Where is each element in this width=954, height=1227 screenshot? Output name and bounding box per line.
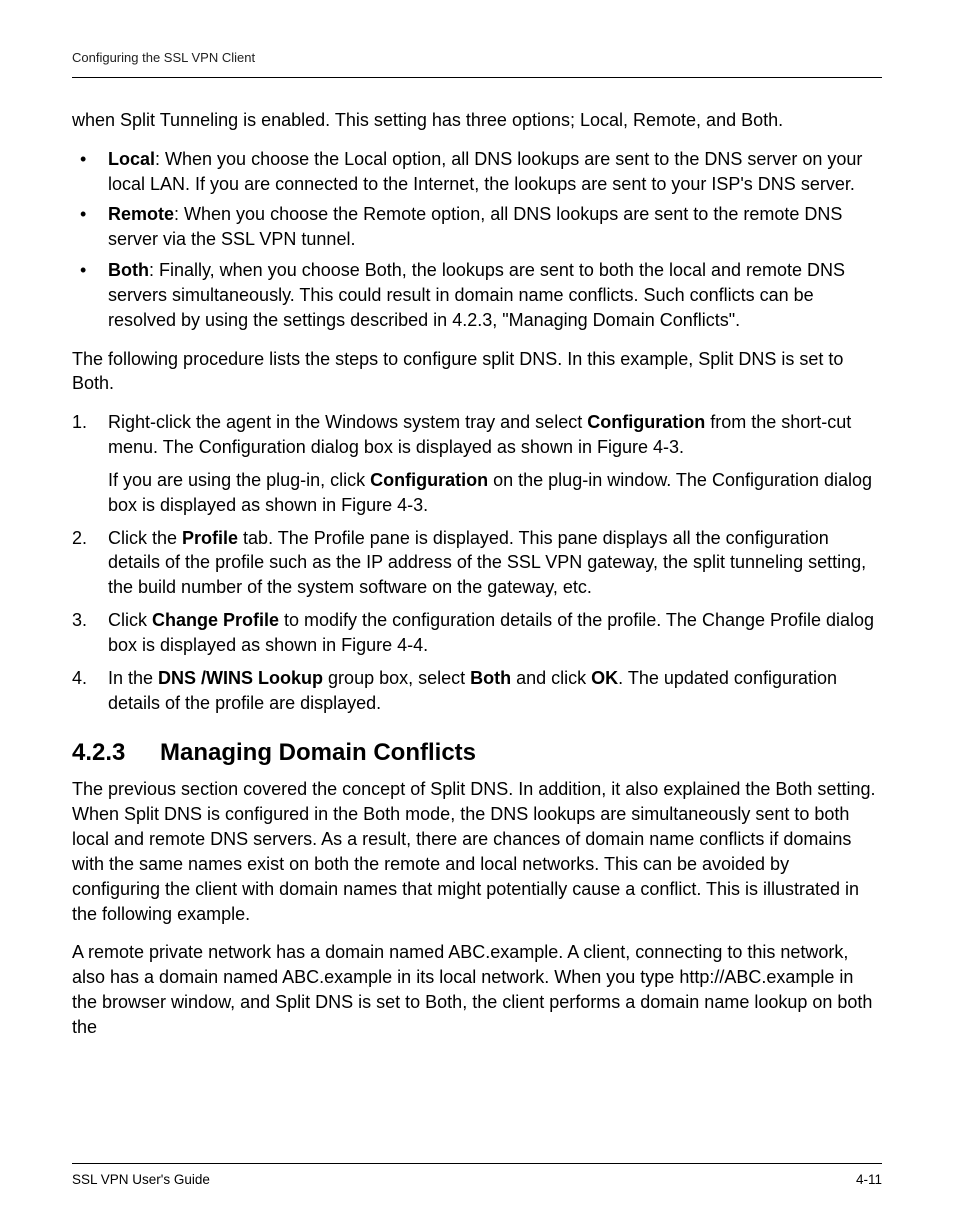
step-4-text-c: group box, select <box>323 668 470 688</box>
step-2: Click the Profile tab. The Profile pane … <box>72 526 882 600</box>
step-1-sub-bold: Configuration <box>370 470 488 490</box>
intro-paragraph: when Split Tunneling is enabled. This se… <box>72 108 882 133</box>
term-local: Local <box>108 149 155 169</box>
term-both: Both <box>108 260 149 280</box>
step-3-bold-change-profile: Change Profile <box>152 610 279 630</box>
bullet-both-text: : Finally, when you choose Both, the loo… <box>108 260 845 330</box>
page-footer: SSL VPN User's Guide 4-11 <box>72 1163 882 1187</box>
step-3: Click Change Profile to modify the confi… <box>72 608 882 658</box>
bullet-both: Both: Finally, when you choose Both, the… <box>72 258 882 332</box>
step-4-bold-dns-wins: DNS /WINS Lookup <box>158 668 323 688</box>
step-1: Right-click the agent in the Windows sys… <box>72 410 882 517</box>
bullet-remote-text: : When you choose the Remote option, all… <box>108 204 842 249</box>
bullet-remote: Remote: When you choose the Remote optio… <box>72 202 882 252</box>
footer-page-number: 4-11 <box>856 1172 882 1187</box>
step-2-bold-profile: Profile <box>182 528 238 548</box>
step-4: In the DNS /WINS Lookup group box, selec… <box>72 666 882 716</box>
section-heading: 4.2.3Managing Domain Conflicts <box>72 739 882 767</box>
step-1-sub: If you are using the plug-in, click Conf… <box>108 468 882 518</box>
section-title: Managing Domain Conflicts <box>160 739 476 766</box>
running-head: Configuring the SSL VPN Client <box>72 50 882 78</box>
page: Configuring the SSL VPN Client when Spli… <box>0 0 954 1227</box>
step-1-text-a: Right-click the agent in the Windows sys… <box>108 412 587 432</box>
step-4-bold-both: Both <box>470 668 511 688</box>
section-para-2: A remote private network has a domain na… <box>72 940 882 1039</box>
section-number: 4.2.3 <box>72 739 160 767</box>
procedure-intro: The following procedure lists the steps … <box>72 347 882 397</box>
step-1-bold-configuration: Configuration <box>587 412 705 432</box>
footer-doc-title: SSL VPN User's Guide <box>72 1172 210 1187</box>
step-2-text-a: Click the <box>108 528 182 548</box>
step-4-text-a: In the <box>108 668 158 688</box>
bullet-local-text: : When you choose the Local option, all … <box>108 149 862 194</box>
bullet-local: Local: When you choose the Local option,… <box>72 147 882 197</box>
term-remote: Remote <box>108 204 174 224</box>
section-para-1: The previous section covered the concept… <box>72 777 882 926</box>
step-4-bold-ok: OK <box>591 668 618 688</box>
step-3-text-a: Click <box>108 610 152 630</box>
procedure-steps: Right-click the agent in the Windows sys… <box>72 410 882 715</box>
step-4-text-e: and click <box>511 668 591 688</box>
options-bullet-list: Local: When you choose the Local option,… <box>72 147 882 333</box>
step-1-sub-a: If you are using the plug-in, click <box>108 470 370 490</box>
